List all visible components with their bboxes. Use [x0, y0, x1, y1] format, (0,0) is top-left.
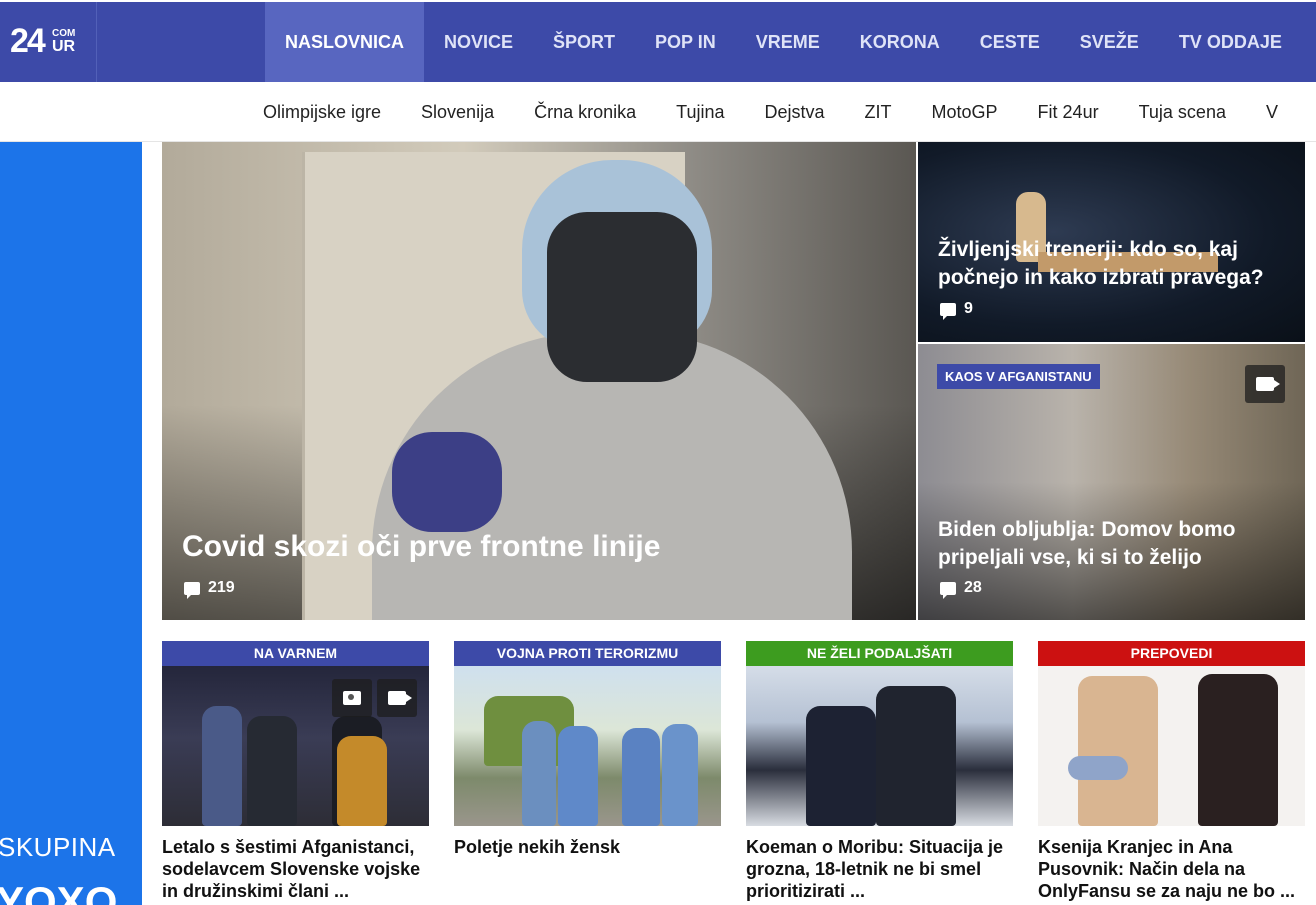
card-image-figure — [1198, 674, 1278, 826]
subnav-olimpijske-igre[interactable]: Olimpijske igre — [243, 82, 401, 142]
card-vojna-proti-terorizmu[interactable]: VOJNA PROTI TERORIZMU Poletje nekih žens… — [454, 641, 721, 858]
card-image[interactable] — [746, 666, 1013, 826]
comment-icon — [940, 302, 956, 320]
card-label[interactable]: PREPOVEDI — [1038, 641, 1305, 666]
nav-item-naslovnica[interactable]: NASLOVNICA — [265, 2, 425, 82]
comment-icon — [940, 581, 956, 599]
card-image[interactable] — [162, 666, 429, 826]
video-glyph-icon — [388, 691, 412, 705]
subnav-dejstva[interactable]: Dejstva — [744, 82, 844, 142]
hero-comment-count: 219 — [208, 579, 235, 596]
top-navigation: 24 COM UR NASLOVNICA NOVICE ŠPORT POP IN… — [0, 0, 1316, 82]
subnav-zit[interactable]: ZIT — [845, 82, 912, 142]
ad-text: SKUPINA — [0, 832, 116, 862]
card-title[interactable]: Poletje nekih žensk — [454, 836, 721, 858]
nav-item-vreme[interactable]: VREME — [736, 2, 840, 82]
nav-item-novice[interactable]: NOVICE — [424, 2, 533, 82]
card-image[interactable] — [454, 666, 721, 826]
card-image-figure — [202, 706, 242, 826]
logo-ur: UR — [52, 38, 76, 55]
site-logo[interactable]: 24 COM UR — [0, 2, 97, 82]
hero-comments[interactable]: 219 — [184, 579, 235, 599]
nav-item-tv-oddaje[interactable]: TV ODDAJE — [1159, 2, 1302, 82]
hero-image-mask — [547, 212, 697, 382]
subnav-fit-24ur[interactable]: Fit 24ur — [1018, 82, 1119, 142]
subnav-slovenija[interactable]: Slovenija — [401, 82, 514, 142]
subnav-crna-kronika[interactable]: Črna kronika — [514, 82, 656, 142]
side-story-2-title[interactable]: Biden obljublja: Domov bomo pripeljali v… — [938, 516, 1283, 572]
nav-item-sveze[interactable]: SVEŽE — [1060, 2, 1159, 82]
card-image-figure — [876, 686, 956, 826]
subnav-more[interactable]: V — [1246, 82, 1298, 142]
card-image-figure — [662, 724, 698, 826]
video-glyph-icon — [1256, 377, 1280, 391]
camera-icon[interactable] — [332, 679, 372, 717]
subnav-tuja-scena[interactable]: Tuja scena — [1119, 82, 1246, 142]
video-icon[interactable] — [1245, 365, 1285, 403]
card-image-figure — [1078, 676, 1158, 826]
video-icon[interactable] — [377, 679, 417, 717]
logo-number: 24 — [10, 22, 46, 60]
card-image[interactable] — [1038, 666, 1305, 826]
side-story-2-badge[interactable]: KAOS V AFGANISTANU — [937, 364, 1100, 389]
card-image-figure — [522, 721, 556, 826]
nav-item-pop-in[interactable]: POP IN — [635, 2, 736, 82]
subnav-tujina[interactable]: Tujina — [656, 82, 744, 142]
comment-icon — [184, 581, 200, 599]
card-title[interactable]: Letalo s šestimi Afganistanci, sodelavce… — [162, 836, 429, 902]
nav-item-tv[interactable]: TV — [1302, 2, 1316, 82]
card-image-figure — [558, 726, 598, 826]
sub-navigation: Olimpijske igre Slovenija Črna kronika T… — [0, 82, 1316, 142]
card-title[interactable]: Ksenija Kranjec in Ana Pusovnik: Način d… — [1038, 836, 1305, 902]
camera-glyph-icon — [343, 691, 361, 705]
card-title[interactable]: Koeman o Moribu: Situacija je grozna, 18… — [746, 836, 1013, 902]
card-image-figure — [806, 706, 876, 826]
hero-title[interactable]: Covid skozi oči prve frontne linije — [182, 530, 660, 564]
nav-item-sport[interactable]: ŠPORT — [533, 2, 635, 82]
subnav-motogp[interactable]: MotoGP — [912, 82, 1018, 142]
card-label[interactable]: NE ŽELI PODALJŠATI — [746, 641, 1013, 666]
main-nav: NASLOVNICA NOVICE ŠPORT POP IN VREME KOR… — [265, 2, 1316, 82]
card-image-figure — [622, 728, 660, 826]
nav-item-korona[interactable]: KORONA — [840, 2, 960, 82]
side-story-1-title[interactable]: Življenjski trenerji: kdo so, kaj počnej… — [938, 236, 1288, 292]
card-label[interactable]: NA VARNEM — [162, 641, 429, 666]
card-prepovedi[interactable]: PREPOVEDI Ksenija Kranjec in Ana Pusovni… — [1038, 641, 1305, 902]
side-story-2-comment-count: 28 — [964, 579, 982, 596]
card-image-sign — [1068, 756, 1128, 780]
card-label[interactable]: VOJNA PROTI TERORIZMU — [454, 641, 721, 666]
hero-image-glove — [392, 432, 502, 532]
side-story-1-comment-count: 9 — [964, 300, 973, 317]
card-image-figure — [247, 716, 297, 826]
side-story-1-comments[interactable]: 9 — [940, 300, 973, 320]
card-ne-zeli-podaljsati[interactable]: NE ŽELI PODALJŠATI Koeman o Moribu: Situ… — [746, 641, 1013, 902]
card-image-figure — [337, 736, 387, 826]
ad-logo: YOXO — [0, 878, 118, 905]
side-advertisement[interactable]: SKUPINA YOXO — [0, 142, 142, 905]
card-na-varnem[interactable]: NA VARNEM Letalo s šestimi Afganistanci,… — [162, 641, 429, 902]
side-story-2-comments[interactable]: 28 — [940, 579, 982, 599]
nav-item-ceste[interactable]: CESTE — [960, 2, 1060, 82]
